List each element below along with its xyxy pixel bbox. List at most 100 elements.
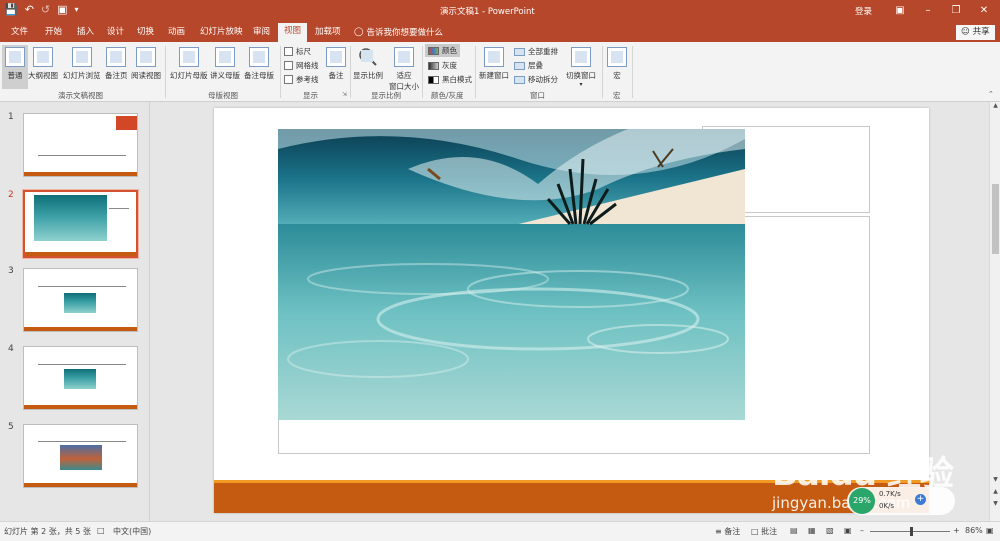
previous-slide-icon[interactable]: ▲ <box>991 488 1000 495</box>
undo-icon[interactable]: ↶ <box>25 3 34 17</box>
new-window-icon <box>484 47 504 67</box>
divider <box>280 46 281 98</box>
current-slide[interactable] <box>214 108 929 513</box>
scrollbar-thumb[interactable] <box>992 184 999 254</box>
tab-view[interactable]: 视图 <box>278 23 308 42</box>
language-indicator[interactable]: 中文(中国) <box>113 526 151 537</box>
thumb-picture <box>64 369 96 389</box>
zoom-slider-knob[interactable] <box>910 527 913 536</box>
slide-thumbnail-4[interactable] <box>23 346 138 410</box>
zoom-in-icon[interactable]: + <box>953 526 960 535</box>
slide-number: 2 <box>8 190 14 200</box>
scroll-down-icon[interactable]: ▼ <box>991 476 1000 483</box>
redo-icon[interactable]: ↺ <box>41 3 50 17</box>
zoom-button[interactable]: 显示比例 <box>353 47 383 81</box>
vertical-scrollbar[interactable]: ▲ ▼ ▲ ▼ <box>989 102 1000 521</box>
normal-view-icon <box>5 47 25 67</box>
thumb-picture <box>60 445 102 470</box>
normal-view-status-icon[interactable]: ▤ <box>790 526 798 535</box>
minimize-icon[interactable]: – <box>918 2 938 20</box>
notes-toggle[interactable]: ≡ 备注 <box>715 526 740 537</box>
share-button[interactable]: ☺ 共享 <box>956 25 995 40</box>
scroll-up-icon[interactable]: ▲ <box>991 102 1000 109</box>
notes-button[interactable]: 备注 <box>326 47 346 81</box>
new-window-button[interactable]: 新建窗口 <box>479 47 509 81</box>
slide-number: 4 <box>8 344 14 354</box>
divider <box>475 46 476 98</box>
tab-insert[interactable]: 插入 <box>74 25 97 42</box>
cascade-icon <box>514 61 525 70</box>
arrange-all-button[interactable]: 全部重排 <box>514 46 558 57</box>
zoom-out-icon[interactable]: – <box>860 526 864 535</box>
title-bar: 💾 ↶ ↺ ▣ ▾ 演示文稿1 - PowerPoint 登录 ▣ – ❐ ✕ <box>0 0 1000 22</box>
present-icon[interactable]: ▣ <box>57 3 67 17</box>
tab-design[interactable]: 设计 <box>104 25 127 42</box>
share-label: 共享 <box>972 27 990 37</box>
checkbox-box <box>284 61 293 70</box>
switch-windows-button[interactable]: 切换窗口 ▾ <box>566 47 596 88</box>
slide-picture[interactable] <box>278 129 745 420</box>
slide-thumbnail-3[interactable] <box>23 268 138 332</box>
ribbon-display-options-icon[interactable]: ▣ <box>890 2 910 20</box>
tab-transitions[interactable]: 切换 <box>134 25 157 42</box>
collapse-ribbon-icon[interactable]: ⌃ <box>988 90 994 98</box>
slideshow-status-icon[interactable]: ▣ <box>844 526 852 535</box>
notes-master-button[interactable]: 备注母版 <box>244 47 274 81</box>
handout-master-button[interactable]: 讲义母版 <box>210 47 240 81</box>
slide-counter: 幻灯片 第 2 张，共 5 张 <box>4 527 91 536</box>
restore-icon[interactable]: ❐ <box>946 2 966 20</box>
cascade-button[interactable]: 层叠 <box>514 60 543 71</box>
zoom-level[interactable]: 86% <box>965 526 983 535</box>
slide-sorter-status-icon[interactable]: ▦ <box>808 526 816 535</box>
slide-thumbnail-5[interactable] <box>23 424 138 488</box>
fit-window-icon <box>394 47 414 67</box>
lightbulb-icon: ◯ <box>354 27 364 37</box>
tab-slideshow[interactable]: 幻灯片放映 <box>197 25 246 42</box>
notes-icon <box>326 47 346 67</box>
notes-icon: ≡ <box>715 527 722 536</box>
slide-thumbnail-1[interactable] <box>23 113 138 177</box>
tab-review[interactable]: 审阅 <box>250 25 273 42</box>
slide-sorter-button[interactable]: 幻灯片浏览 <box>63 47 101 81</box>
switch-windows-icon <box>571 47 591 67</box>
grayscale-swatch-icon <box>428 61 439 70</box>
close-icon[interactable]: ✕ <box>974 2 994 20</box>
thumb-logo <box>116 116 137 130</box>
network-speed-widget[interactable]: 29% 0.7K/s 0K/s + <box>847 487 955 515</box>
spellcheck-icon[interactable]: □ <box>97 526 105 535</box>
tab-addins[interactable]: 加载项 <box>312 25 344 42</box>
login-link[interactable]: 登录 <box>855 5 872 17</box>
normal-view-button[interactable]: 普通 <box>2 45 28 89</box>
macros-button[interactable]: 宏 <box>607 47 627 81</box>
notes-page-button[interactable]: 备注页 <box>105 47 128 81</box>
black-white-option[interactable]: 黑白模式 <box>428 74 472 85</box>
comments-toggle[interactable]: □ 批注 <box>751 526 777 537</box>
slide-master-button[interactable]: 幻灯片母版 <box>170 47 208 81</box>
slide-thumbnail-2[interactable] <box>22 189 139 259</box>
reading-view-button[interactable]: 阅读视图 <box>131 47 161 81</box>
next-slide-icon[interactable]: ▼ <box>991 500 1000 507</box>
move-split-button[interactable]: 移动拆分 <box>514 74 558 85</box>
customize-icon[interactable]: ▾ <box>75 3 79 17</box>
ruler-checkbox[interactable]: 标尺 <box>284 46 311 57</box>
tab-file[interactable]: 文件 <box>8 25 31 42</box>
divider <box>350 46 351 98</box>
add-icon[interactable]: + <box>915 494 926 505</box>
tab-home[interactable]: 开始 <box>42 25 65 42</box>
fit-slide-icon[interactable]: ▣ <box>986 526 994 535</box>
reading-view-status-icon[interactable]: ▧ <box>826 526 834 535</box>
guides-checkbox[interactable]: 参考线 <box>284 74 319 85</box>
divider <box>602 46 603 98</box>
save-icon[interactable]: 💾 <box>4 3 18 17</box>
color-option[interactable]: 颜色 <box>425 44 460 57</box>
tell-me-search[interactable]: ◯ 告诉我你想要做什么 <box>354 26 443 38</box>
fit-to-window-button[interactable]: 适应 窗口大小 <box>389 47 419 92</box>
dialog-launcher-icon[interactable]: ⇲ <box>342 91 347 98</box>
thumb-footer-bar <box>24 405 137 409</box>
grayscale-option[interactable]: 灰度 <box>428 60 457 71</box>
gridlines-checkbox[interactable]: 网格线 <box>284 60 319 71</box>
group-label-color: 颜色/灰度 <box>431 91 464 100</box>
tab-animations[interactable]: 动画 <box>165 25 188 42</box>
outline-view-button[interactable]: 大纲视图 <box>28 47 58 81</box>
checkbox-box <box>284 47 293 56</box>
